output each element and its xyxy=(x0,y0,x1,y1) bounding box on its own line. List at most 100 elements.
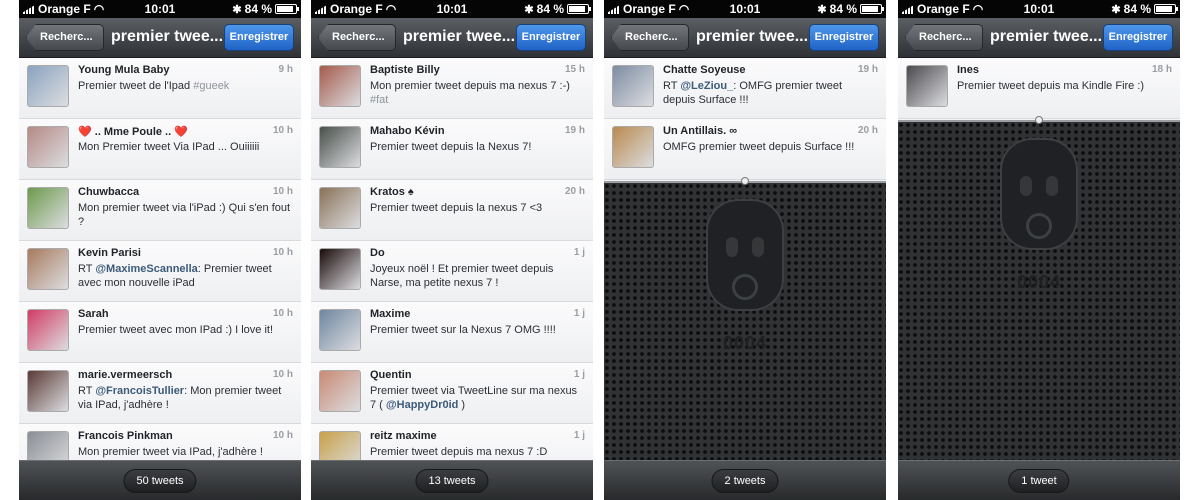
tweet-row[interactable]: Do 1 j Joyeux noël ! Et premier tweet depu… xyxy=(311,241,593,302)
robot-right-eye xyxy=(752,237,764,257)
tweet-row[interactable]: Young Mula Baby 9 h Premier tweet de l'Ipa… xyxy=(19,58,301,119)
tweet-time: 10 h xyxy=(272,186,293,197)
navigation-bar: Recherc... premier twee... Enregistrer xyxy=(311,18,593,58)
tweet-row[interactable]: Quentin 1 j Premier tweet via TweetLine su… xyxy=(311,363,593,424)
avatar[interactable] xyxy=(27,370,69,412)
status-bar: Orange F ◠ 10:01 ✱ 84 % xyxy=(311,0,593,18)
tweet-text: RT @FrancoisTullier: Mon premier tweet v… xyxy=(78,384,291,412)
tweet-time: 1 j xyxy=(573,430,585,441)
avatar[interactable] xyxy=(319,248,361,290)
tweet-author[interactable]: Quentin xyxy=(370,369,412,381)
tweet-list: Baptiste Billy 15 h Mon premier tweet depu… xyxy=(311,58,593,485)
tweet-body: Mon premier tweet via IPad, j'adhère ! xyxy=(78,446,263,458)
avatar[interactable] xyxy=(319,126,361,168)
tweet-author[interactable]: Mahabo Kévin xyxy=(370,125,445,137)
robot-counter: 0004 xyxy=(722,333,768,353)
status-bar: Orange F ◠ 10:01 ✱ 84 % xyxy=(19,0,301,18)
page-title: premier twee... xyxy=(403,28,516,45)
author-name: Mahabo Kévin xyxy=(370,125,445,137)
battery-icon xyxy=(567,4,591,14)
tweet-text: Mon premier tweet via IPad, j'adhère ! xyxy=(78,445,291,459)
avatar[interactable] xyxy=(612,65,654,107)
tweet-row[interactable]: Ines 18 h Premier tweet depuis ma Kindle F… xyxy=(898,58,1180,119)
tweet-text: Premier tweet via TweetLine sur ma nexus… xyxy=(370,384,583,412)
tweet-row[interactable]: Sarah 10 h Premier tweet avec mon IPad :) … xyxy=(19,302,301,363)
tweet-row[interactable]: Chatte Soyeuse 19 h RT @LeZiou_: OMFG prem… xyxy=(604,58,886,119)
tweet-author[interactable]: Francois Pinkman xyxy=(78,430,173,442)
tweet-author[interactable]: reitz maxime xyxy=(370,430,437,442)
tweet-row[interactable]: marie.vermeersch 10 h RT @FrancoisTullier:… xyxy=(19,363,301,424)
battery-percent: 84 % xyxy=(536,2,564,16)
tweet-author[interactable]: Baptiste Billy xyxy=(370,64,440,76)
avatar[interactable] xyxy=(319,309,361,351)
tweet-author[interactable]: ❤️ .. Mme Poule .. ❤️ xyxy=(78,125,188,138)
tweet-author[interactable]: Chatte Soyeuse xyxy=(663,64,746,76)
mention-link[interactable]: @HappyDr0id xyxy=(386,399,458,411)
tweet-time: 15 h xyxy=(564,64,585,75)
tweet-time: 1 j xyxy=(573,308,585,319)
tweet-row[interactable]: ❤️ .. Mme Poule .. ❤️ 10 h Mon Premier twe… xyxy=(19,119,301,180)
avatar[interactable] xyxy=(612,126,654,168)
avatar[interactable] xyxy=(27,187,69,229)
avatar[interactable] xyxy=(319,65,361,107)
tweet-author[interactable]: Sarah xyxy=(78,308,109,320)
back-button[interactable]: Recherc... xyxy=(318,24,396,51)
tweet-row[interactable]: Kratos ♠ 20 h Premier tweet depuis la nexu… xyxy=(311,180,593,241)
tweet-author[interactable]: Kratos ♠ xyxy=(370,186,414,198)
retweet-prefix: RT xyxy=(663,80,681,92)
tweet-row[interactable]: Baptiste Billy 15 h Mon premier tweet depu… xyxy=(311,58,593,119)
author-name: Baptiste Billy xyxy=(370,64,440,76)
avatar[interactable] xyxy=(319,187,361,229)
tweet-row[interactable]: Chuwbacca 10 h Mon premier tweet via l'iPa… xyxy=(19,180,301,241)
tweet-author[interactable]: Chuwbacca xyxy=(78,186,139,198)
tweet-author[interactable]: Do xyxy=(370,247,385,259)
avatar[interactable] xyxy=(27,309,69,351)
hashtag-link[interactable]: #gueek xyxy=(193,80,229,92)
page-title: premier twee... xyxy=(990,28,1103,45)
tweet-row[interactable]: Un Antillais. ∞ 20 h OMFG premier tweet de… xyxy=(604,119,886,180)
avatar[interactable] xyxy=(906,65,948,107)
save-button[interactable]: Enregistrer xyxy=(516,24,586,51)
tweet-body: Premier tweet sur la Nexus 7 OMG !!!! xyxy=(370,324,556,336)
save-button[interactable]: Enregistrer xyxy=(809,24,879,51)
back-button[interactable]: Recherc... xyxy=(905,24,983,51)
save-button[interactable]: Enregistrer xyxy=(1103,24,1173,51)
mention-link[interactable]: @LeZiou_ xyxy=(680,80,733,92)
tweet-text: Mon premier tweet depuis ma nexus 7 :-) … xyxy=(370,79,583,107)
bottom-toolbar: 13 tweets xyxy=(311,460,593,500)
tweet-author[interactable]: Un Antillais. ∞ xyxy=(663,125,737,137)
tweet-row[interactable]: Maxime 1 j Premier tweet sur la Nexus 7 OM… xyxy=(311,302,593,363)
tweet-body: Mon premier tweet via l'iPad :) Qui s'en… xyxy=(78,202,291,228)
back-button[interactable]: Recherc... xyxy=(26,24,104,51)
robot-left-eye xyxy=(726,237,738,257)
retweet-prefix: RT xyxy=(78,263,96,275)
avatar[interactable] xyxy=(27,248,69,290)
avatar[interactable] xyxy=(27,65,69,107)
navigation-bar: Recherc... premier twee... Enregistrer xyxy=(19,18,301,58)
tweet-author[interactable]: marie.vermeersch xyxy=(78,369,172,381)
back-button[interactable]: Recherc... xyxy=(611,24,689,51)
tweet-body: Joyeux noël ! Et premier tweet depuis Na… xyxy=(370,263,554,289)
tweet-row[interactable]: Kevin Parisi 10 h RT @MaximeScannella: Pre… xyxy=(19,241,301,302)
author-name: Chatte Soyeuse xyxy=(663,64,746,76)
tweet-author[interactable]: Ines xyxy=(957,64,979,76)
avatar[interactable] xyxy=(27,126,69,168)
tweet-body: Premier tweet depuis la nexus 7 <3 xyxy=(370,202,543,214)
tweet-author[interactable]: Young Mula Baby xyxy=(78,64,169,76)
mention-link[interactable]: @MaximeScannella xyxy=(95,263,197,275)
tweet-row[interactable]: Mahabo Kévin 19 h Premier tweet depuis la … xyxy=(311,119,593,180)
screenshot-collage: Orange F ◠ 10:01 ✱ 84 % Recherc... premier twe… xyxy=(0,0,1204,500)
tweet-time: 1 j xyxy=(573,369,585,380)
tweet-author[interactable]: Kevin Parisi xyxy=(78,247,141,259)
avatar[interactable] xyxy=(319,370,361,412)
tweet-time: 10 h xyxy=(272,369,293,380)
hashtag-link[interactable]: #fat xyxy=(370,94,388,106)
tweet-body: OMFG premier tweet depuis Surface !!! xyxy=(663,141,855,153)
save-button[interactable]: Enregistrer xyxy=(224,24,294,51)
retweet-prefix: RT xyxy=(78,385,96,397)
tweet-author[interactable]: Maxime xyxy=(370,308,410,320)
tweet-time: 20 h xyxy=(857,125,878,136)
mention-link[interactable]: @FrancoisTullier xyxy=(95,385,184,397)
phone-screen: Orange F ◠ 10:01 ✱ 84 % Recherc... premier twe… xyxy=(311,0,593,500)
page-title: premier twee... xyxy=(696,28,809,45)
